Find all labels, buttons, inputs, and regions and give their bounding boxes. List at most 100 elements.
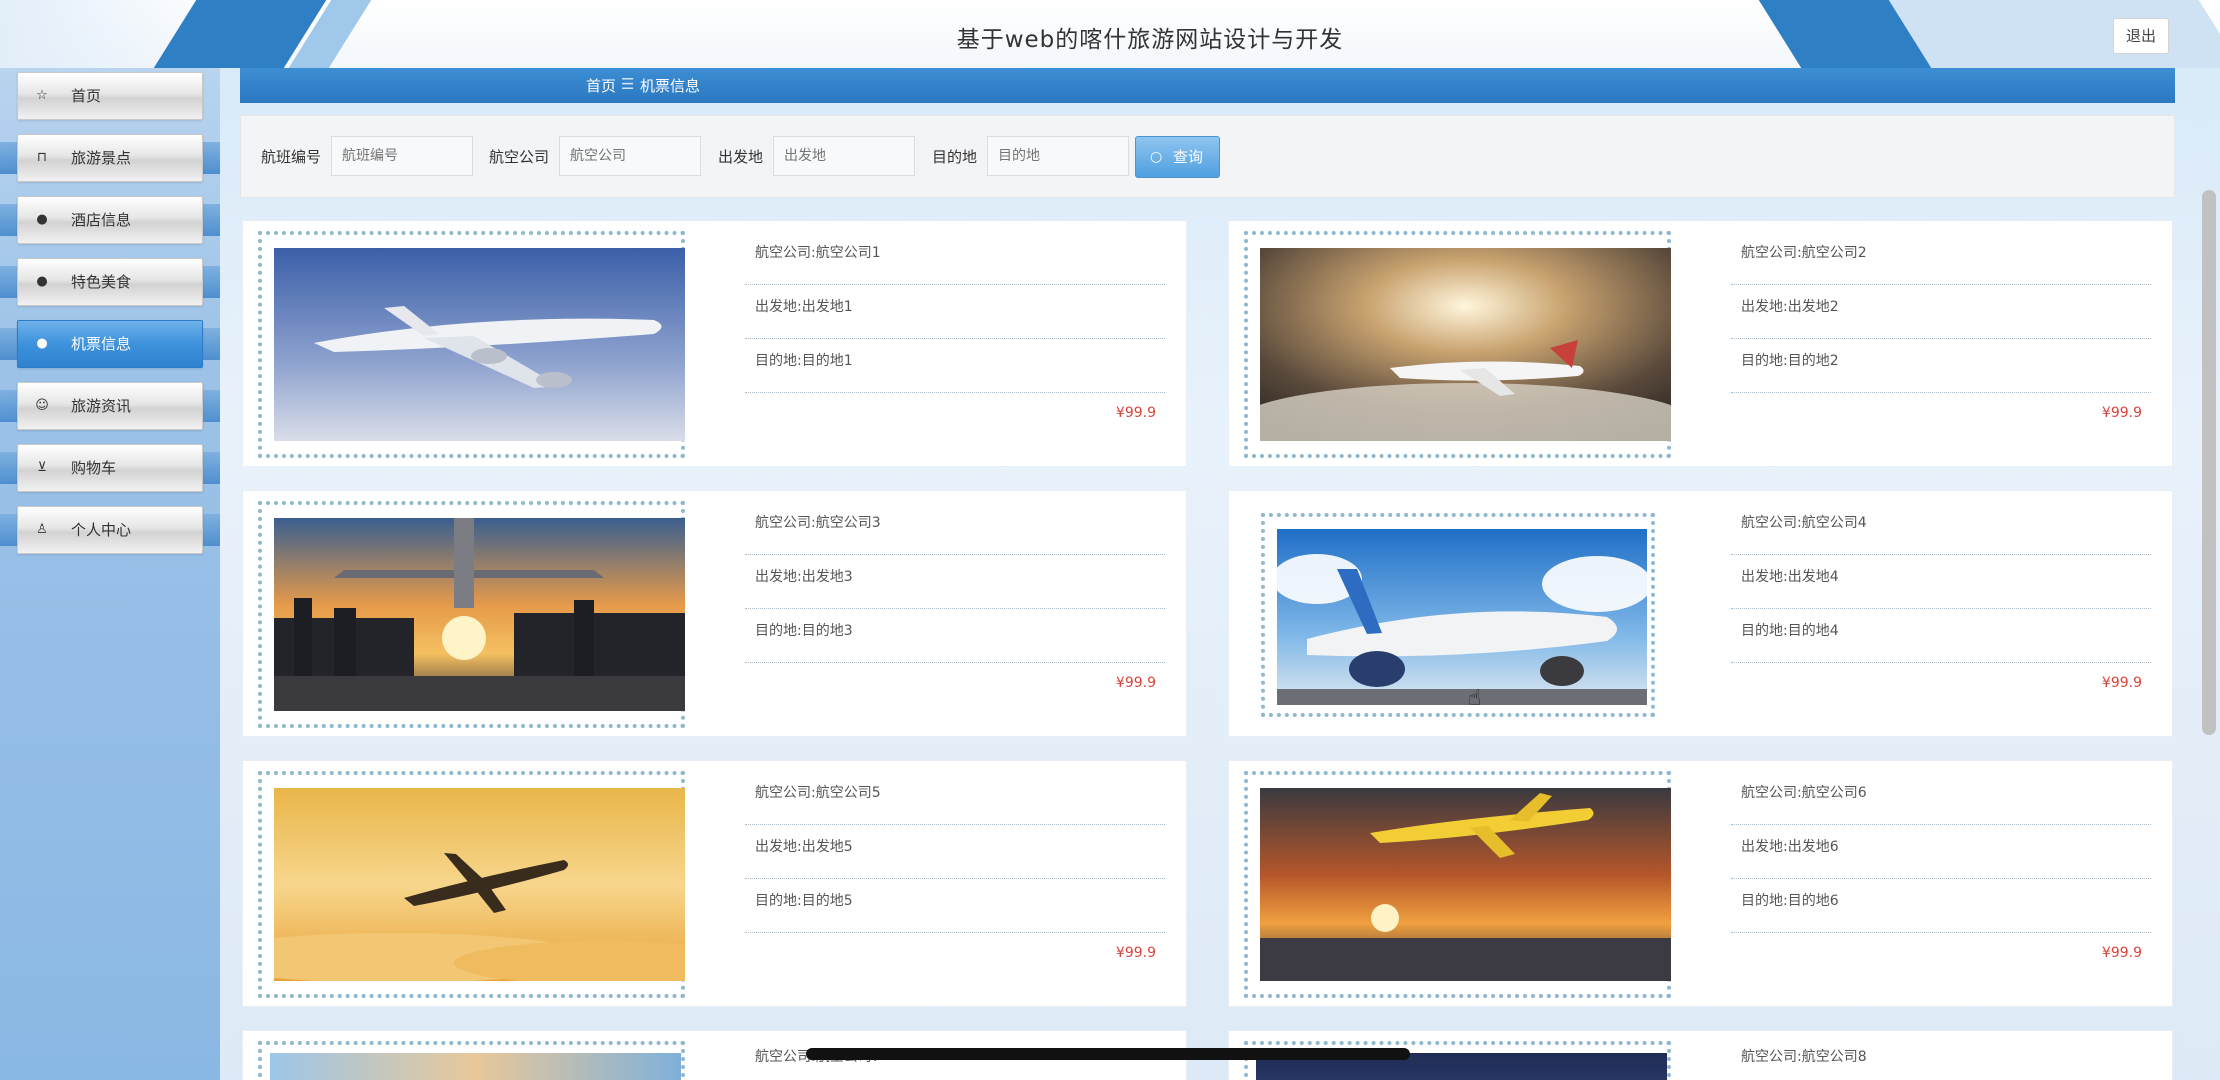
breadcrumb: 首页 ☰ 机票信息 bbox=[240, 68, 2175, 103]
info-circle-icon: ● bbox=[36, 336, 48, 351]
origin-label: 出发地 bbox=[718, 148, 764, 166]
nav-decoration bbox=[200, 266, 220, 298]
photo-frame bbox=[1244, 231, 1671, 458]
flight-photo[interactable] bbox=[1260, 248, 1671, 441]
flight-photo[interactable] bbox=[1260, 788, 1671, 981]
sidebar-item-flights[interactable]: ● 机票信息 bbox=[0, 316, 220, 372]
photo-frame bbox=[1244, 771, 1671, 998]
price-text: ¥99.9 bbox=[1115, 945, 1156, 961]
price-text: ¥99.9 bbox=[1115, 405, 1156, 421]
nav-decoration bbox=[200, 452, 220, 484]
sidebar-item-home[interactable]: ☆ 首页 bbox=[0, 68, 220, 124]
flight-photo[interactable] bbox=[1277, 529, 1647, 705]
airline-text: 航空公司:航空公司8 bbox=[1741, 1049, 1867, 1065]
flight-no-label: 航班编号 bbox=[261, 148, 322, 166]
breadcrumb-separator: ☰ bbox=[621, 75, 635, 93]
flight-photo[interactable] bbox=[270, 1053, 681, 1080]
dest-text: 目的地:目的地1 bbox=[745, 339, 1165, 393]
flight-no-input[interactable] bbox=[331, 136, 473, 176]
nav-decoration bbox=[200, 142, 220, 174]
nav-button[interactable]: ☆ 首页 bbox=[17, 72, 203, 120]
sidebar-item-label: 特色美食 bbox=[71, 273, 132, 291]
airline-text: 航空公司:航空公司3 bbox=[745, 501, 1165, 555]
dest-text: 目的地:目的地3 bbox=[745, 609, 1165, 663]
airline-label: 航空公司 bbox=[489, 148, 550, 166]
price-text: ¥99.9 bbox=[1115, 675, 1156, 691]
sidebar-item-news[interactable]: ☺ 旅游资讯 bbox=[0, 378, 220, 434]
price-text: ¥99.9 bbox=[2101, 405, 2142, 421]
sidebar-item-cart[interactable]: ⊻ 购物车 bbox=[0, 440, 220, 496]
price-text: ¥99.9 bbox=[2101, 675, 2142, 691]
photo-frame bbox=[258, 501, 685, 728]
flight-info: 航空公司:航空公司1 出发地:出发地1 目的地:目的地1 bbox=[745, 231, 1165, 393]
origin-text: 出发地:出发地6 bbox=[1731, 825, 2151, 879]
dest-input[interactable] bbox=[987, 136, 1129, 176]
sidebar: ☆ 首页 ⊓ 旅游景点 ● 酒店信息 ● 特色美食 ● 机票信息 ☺ 旅游资讯 … bbox=[0, 68, 220, 1080]
price-text: ¥99.9 bbox=[2101, 945, 2142, 961]
dest-text: 目的地:目的地6 bbox=[1731, 879, 2151, 933]
sidebar-item-attractions[interactable]: ⊓ 旅游景点 bbox=[0, 130, 220, 186]
nav-decoration bbox=[200, 328, 220, 360]
airline-text: 航空公司:航空公司6 bbox=[1731, 771, 2151, 825]
origin-text: 出发地:出发地2 bbox=[1731, 285, 2151, 339]
nav-button[interactable]: ⊓ 旅游景点 bbox=[17, 134, 203, 182]
photo-frame bbox=[258, 231, 685, 458]
flight-info: 航空公司:航空公司3 出发地:出发地3 目的地:目的地3 bbox=[745, 501, 1165, 663]
origin-text: 出发地:出发地5 bbox=[745, 825, 1165, 879]
origin-input[interactable] bbox=[773, 136, 915, 176]
dest-text: 目的地:目的地4 bbox=[1731, 609, 2151, 663]
sidebar-item-hotels[interactable]: ● 酒店信息 bbox=[0, 192, 220, 248]
logout-button[interactable]: 退出 bbox=[2113, 18, 2169, 54]
origin-text: 出发地:出发地4 bbox=[1731, 555, 2151, 609]
flight-card[interactable]: 航空公司:航空公司5 出发地:出发地5 目的地:目的地5 ¥99.9 bbox=[242, 760, 1187, 1007]
flight-card[interactable]: 航空公司:航空公司3 出发地:出发地3 目的地:目的地3 ¥99.9 bbox=[242, 490, 1187, 737]
flight-info: 航空公司:航空公司2 出发地:出发地2 目的地:目的地2 bbox=[1731, 231, 2151, 393]
flight-card[interactable]: 航空公司:航空公司4 出发地:出发地4 目的地:目的地4 ¥99.9 bbox=[1228, 490, 2173, 737]
search-button[interactable]: ○ 查询 bbox=[1135, 136, 1220, 178]
nav-button[interactable]: ● 机票信息 bbox=[17, 320, 203, 368]
sidebar-item-label: 旅游景点 bbox=[71, 149, 132, 167]
airline-text: 航空公司:航空公司4 bbox=[1731, 501, 2151, 555]
site-title: 基于web的喀什旅游网站设计与开发 bbox=[956, 27, 1344, 53]
overlay-bar bbox=[806, 1048, 1410, 1060]
search-button-label: 查询 bbox=[1173, 148, 1204, 166]
header: 基于web的喀什旅游网站设计与开发 退出 bbox=[0, 0, 2220, 68]
nav-button[interactable]: ☺ 旅游资讯 bbox=[17, 382, 203, 430]
flight-info: 航空公司:航空公司5 出发地:出发地5 目的地:目的地5 bbox=[745, 771, 1165, 933]
flight-info: 航空公司:航空公司6 出发地:出发地6 目的地:目的地6 bbox=[1731, 771, 2151, 933]
airline-text: 航空公司:航空公司5 bbox=[745, 771, 1165, 825]
dest-text: 目的地:目的地5 bbox=[745, 879, 1165, 933]
flight-card[interactable]: 航空公司:航空公司2 出发地:出发地2 目的地:目的地2 ¥99.9 bbox=[1228, 220, 2173, 467]
nav-button[interactable]: ♙ 个人中心 bbox=[17, 506, 203, 554]
question-circle-icon: ● bbox=[36, 274, 48, 289]
nav-button[interactable]: ● 酒店信息 bbox=[17, 196, 203, 244]
airline-text: 航空公司:航空公司2 bbox=[1731, 231, 2151, 285]
flight-photo[interactable] bbox=[274, 518, 685, 711]
flight-card[interactable]: 航空公司:航空公司1 出发地:出发地1 目的地:目的地1 ¥99.9 bbox=[242, 220, 1187, 467]
breadcrumb-current: 机票信息 bbox=[640, 77, 701, 95]
search-panel: 航班编号 航空公司 出发地 目的地 ○ 查询 bbox=[240, 115, 2175, 198]
flight-card[interactable]: 航空公司:航空公司6 出发地:出发地6 目的地:目的地6 ¥99.9 bbox=[1228, 760, 2173, 1007]
sidebar-item-label: 个人中心 bbox=[71, 521, 132, 539]
origin-text: 出发地:出发地3 bbox=[745, 555, 1165, 609]
photo-frame bbox=[258, 771, 685, 998]
search-icon: ○ bbox=[1150, 149, 1163, 165]
sidebar-item-label: 首页 bbox=[71, 87, 102, 105]
smile-icon: ☺ bbox=[35, 398, 49, 413]
sidebar-item-food[interactable]: ● 特色美食 bbox=[0, 254, 220, 310]
flight-photo[interactable] bbox=[274, 788, 685, 981]
flight-info: 航空公司:航空公司4 出发地:出发地4 目的地:目的地4 bbox=[1731, 501, 2151, 663]
star-icon: ☆ bbox=[36, 88, 48, 103]
airline-text: 航空公司:航空公司1 bbox=[745, 231, 1165, 285]
sidebar-item-label: 旅游资讯 bbox=[71, 397, 132, 415]
cart-icon: ⊻ bbox=[37, 460, 47, 475]
dest-text: 目的地:目的地2 bbox=[1731, 339, 2151, 393]
sidebar-item-profile[interactable]: ♙ 个人中心 bbox=[0, 502, 220, 558]
dest-label: 目的地 bbox=[932, 148, 978, 166]
nav-button[interactable]: ⊻ 购物车 bbox=[17, 444, 203, 492]
flight-photo[interactable] bbox=[274, 248, 685, 441]
breadcrumb-home-link[interactable]: 首页 bbox=[586, 75, 616, 96]
nav-button[interactable]: ● 特色美食 bbox=[17, 258, 203, 306]
scrollbar[interactable] bbox=[2202, 190, 2216, 735]
airline-input[interactable] bbox=[559, 136, 701, 176]
